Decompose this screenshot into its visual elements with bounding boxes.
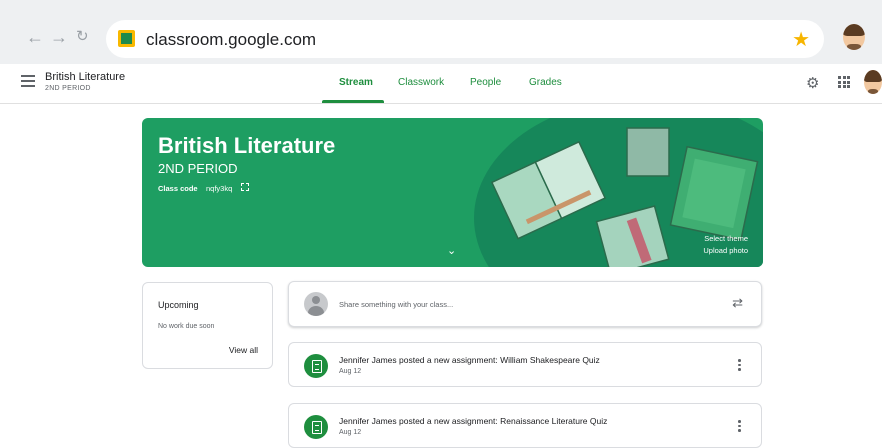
share-placeholder[interactable]: Share something with your class... [339, 300, 453, 309]
header-class-period: 2ND PERIOD [45, 85, 91, 92]
tab-stream[interactable]: Stream [339, 77, 373, 88]
banner-class-title: British Literature [158, 133, 336, 158]
bookmark-star-icon[interactable]: ★ [792, 27, 810, 52]
active-tab-indicator [322, 100, 384, 103]
tab-classwork[interactable]: Classwork [398, 77, 444, 88]
share-announcement-box[interactable]: Share something with your class... ⇄ [288, 281, 762, 327]
user-avatar[interactable] [864, 70, 882, 94]
back-arrow-icon[interactable]: ← [26, 28, 44, 46]
classroom-app-bar: British Literature 2ND PERIOD Stream Cla… [0, 64, 882, 104]
assignment-icon [304, 415, 328, 439]
select-theme-link[interactable]: Select theme [704, 234, 748, 243]
class-code-label: Class code [158, 184, 198, 193]
browser-toolbar: ← → ↻ classroom.google.com ★ [0, 0, 882, 64]
hamburger-menu-icon[interactable] [21, 75, 35, 87]
stream-post[interactable]: Jennifer James posted a new assignment: … [288, 403, 762, 448]
classroom-logo-icon [118, 30, 135, 47]
default-avatar-icon [304, 292, 328, 316]
view-all-link[interactable]: View all [229, 345, 258, 355]
settings-gear-icon[interactable]: ⚙ [806, 74, 819, 92]
browser-profile-avatar[interactable] [843, 24, 865, 50]
reload-icon[interactable]: ↻ [76, 28, 89, 46]
more-options-icon[interactable] [738, 420, 741, 432]
url-text[interactable]: classroom.google.com [146, 30, 316, 50]
tab-grades[interactable]: Grades [529, 77, 562, 88]
chevron-down-icon[interactable]: ⌄ [447, 244, 456, 257]
class-banner: British Literature 2ND PERIOD Class code… [142, 118, 763, 267]
banner-class-period: 2ND PERIOD [158, 161, 238, 176]
apps-grid-icon[interactable] [838, 76, 850, 88]
address-bar[interactable]: classroom.google.com ★ [106, 20, 824, 58]
header-class-name[interactable]: British Literature [45, 71, 125, 83]
repost-icon[interactable]: ⇄ [732, 295, 743, 311]
upcoming-title: Upcoming [158, 300, 199, 310]
upcoming-empty-text: No work due soon [158, 323, 215, 330]
stream-post[interactable]: Jennifer James posted a new assignment: … [288, 342, 762, 387]
upcoming-card: Upcoming No work due soon View all [142, 282, 273, 369]
more-options-icon[interactable] [738, 359, 741, 371]
post-title[interactable]: Jennifer James posted a new assignment: … [339, 355, 600, 365]
post-date: Aug 12 [339, 429, 362, 436]
post-date: Aug 12 [339, 368, 362, 375]
post-title[interactable]: Jennifer James posted a new assignment: … [339, 416, 607, 426]
class-code-value: nqfy3kq [206, 184, 233, 193]
tab-people[interactable]: People [470, 77, 501, 88]
forward-arrow-icon[interactable]: → [50, 28, 68, 46]
assignment-icon [304, 354, 328, 378]
fullscreen-icon[interactable] [241, 183, 249, 191]
upload-photo-link[interactable]: Upload photo [703, 246, 748, 255]
